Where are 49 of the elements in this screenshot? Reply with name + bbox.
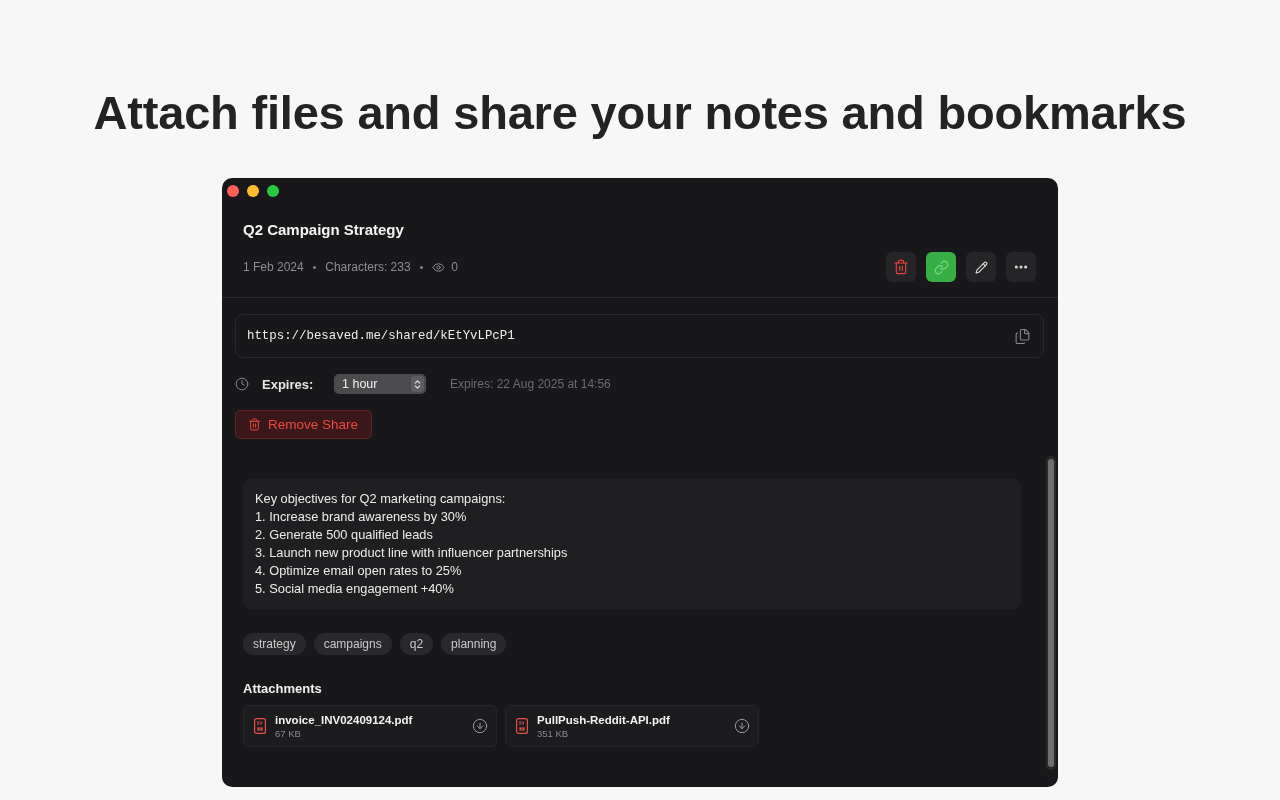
edit-button[interactable] — [966, 252, 996, 282]
share-url: https://besaved.me/shared/kEtYvLPcP1 — [247, 329, 515, 343]
note-title: Q2 Campaign Strategy — [243, 220, 405, 240]
up-down-chevron-icon — [411, 376, 424, 392]
tag-chip[interactable]: planning — [441, 633, 507, 655]
note-line: 3. Launch new product line with influencer partnerships — [255, 544, 569, 562]
note-line: 2. Generate 500 qualified leads — [255, 526, 434, 544]
note-line: Key objectives for Q2 marketing campaigns: — [255, 490, 507, 508]
duration-select[interactable]: 1 hour — [334, 374, 426, 394]
attachment-card[interactable]: invoice_INV02409124.pdf 67 KB — [243, 705, 497, 747]
note-line: 5. Social media engagement +40% — [255, 580, 455, 598]
tag-chip[interactable]: q2 — [399, 633, 434, 655]
minimize-window-button[interactable] — [247, 185, 259, 197]
note-line: 4. Optimize email open rates to 25% — [255, 562, 463, 580]
meta-text: 1 Feb 2024 — [243, 260, 304, 274]
tag-chip[interactable]: campaigns — [313, 633, 392, 655]
download-icon[interactable] — [734, 718, 750, 734]
attachments-heading: Attachments — [243, 681, 323, 697]
link-icon — [933, 259, 949, 275]
more-button[interactable] — [1006, 252, 1036, 282]
tag-chip[interactable]: strategy — [243, 633, 306, 655]
view-count: 0 — [451, 260, 458, 274]
download-icon[interactable] — [472, 718, 488, 734]
meta-text: Characters: 233 — [325, 260, 411, 274]
page-headline: Attach files and share your notes and bookmarks — [93, 85, 1187, 141]
file-size: 67 KB — [275, 727, 302, 739]
pencil-icon — [974, 260, 988, 274]
expires-label: Expires: — [262, 376, 315, 392]
attachment-card[interactable]: PullPush-Reddit-API.pdf 351 KB — [505, 705, 759, 747]
eye-icon — [432, 260, 446, 274]
document-icon — [516, 718, 528, 734]
zoom-window-button[interactable] — [267, 185, 279, 197]
share-link-button[interactable] — [926, 252, 956, 282]
note-line: 1. Increase brand awareness by 30% — [255, 508, 468, 526]
separator-dot: • — [312, 261, 317, 273]
trash-icon — [248, 418, 261, 431]
separator-dot: • — [419, 261, 424, 273]
file-size: 351 KB — [537, 727, 570, 739]
close-window-button[interactable] — [227, 185, 239, 197]
expiry-date: Expires: 22 Aug 2025 at 14:56 — [450, 377, 611, 391]
share-url-field[interactable]: https://besaved.me/shared/kEtYvLPcP1 — [235, 314, 1044, 358]
file-name: invoice_INV02409124.pdf — [275, 713, 414, 726]
copy-icon[interactable] — [1014, 327, 1031, 345]
delete-button[interactable] — [886, 252, 916, 282]
trash-icon — [893, 259, 909, 275]
file-name: PullPush-Reddit-API.pdf — [537, 713, 671, 726]
document-icon — [254, 718, 266, 734]
clock-icon — [235, 377, 249, 391]
remove-share-button[interactable]: Remove Share — [235, 410, 373, 439]
